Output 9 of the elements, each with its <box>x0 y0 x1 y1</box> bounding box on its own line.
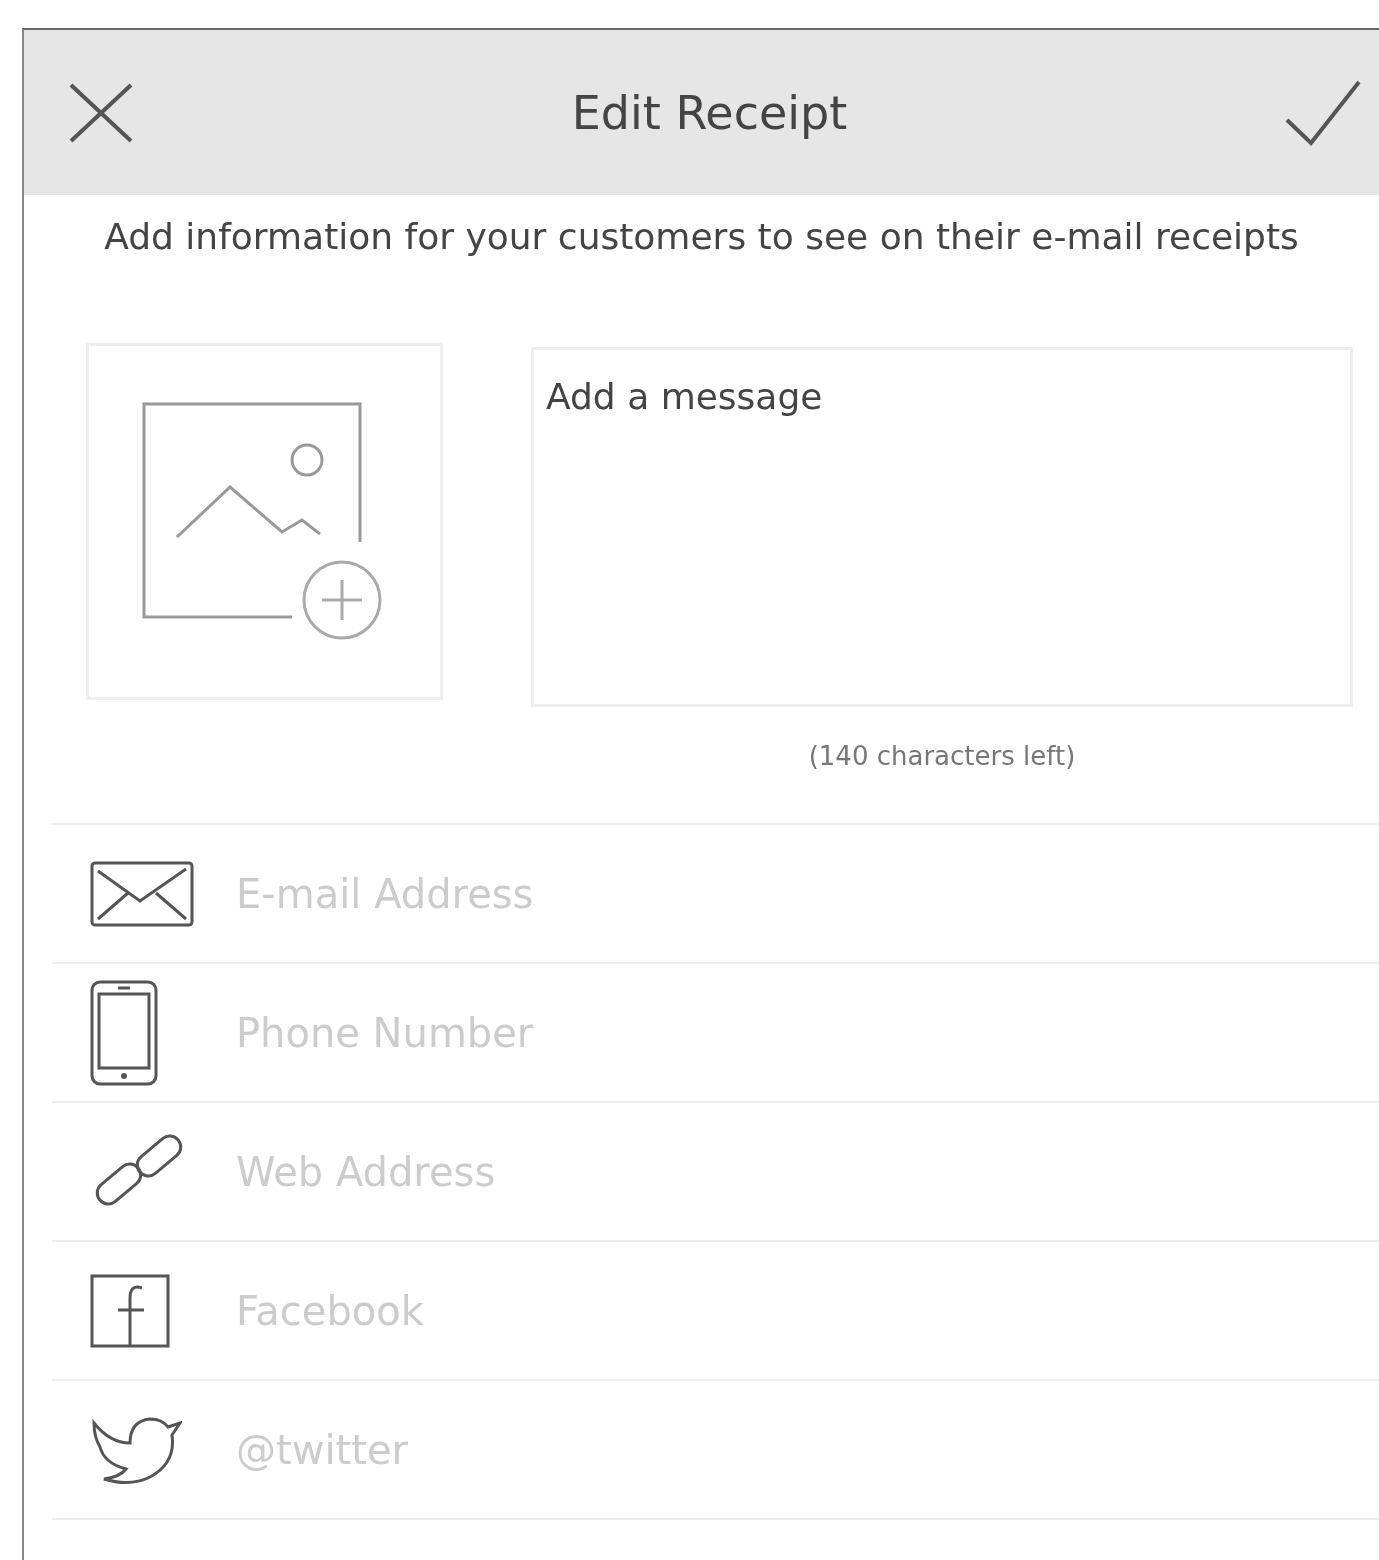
message-field[interactable]: Add a message <box>531 347 1353 707</box>
envelope-icon <box>90 860 194 927</box>
phone-icon <box>90 979 158 1086</box>
character-counter: (140 characters left) <box>808 741 1076 771</box>
checkmark-icon <box>1285 79 1361 146</box>
intro-text: Add information for your customers to see on their e-mail receipts <box>103 215 1300 259</box>
close-icon <box>68 81 134 144</box>
facebook-icon <box>90 1273 170 1348</box>
screen-title: Edit Receipt <box>571 85 848 140</box>
